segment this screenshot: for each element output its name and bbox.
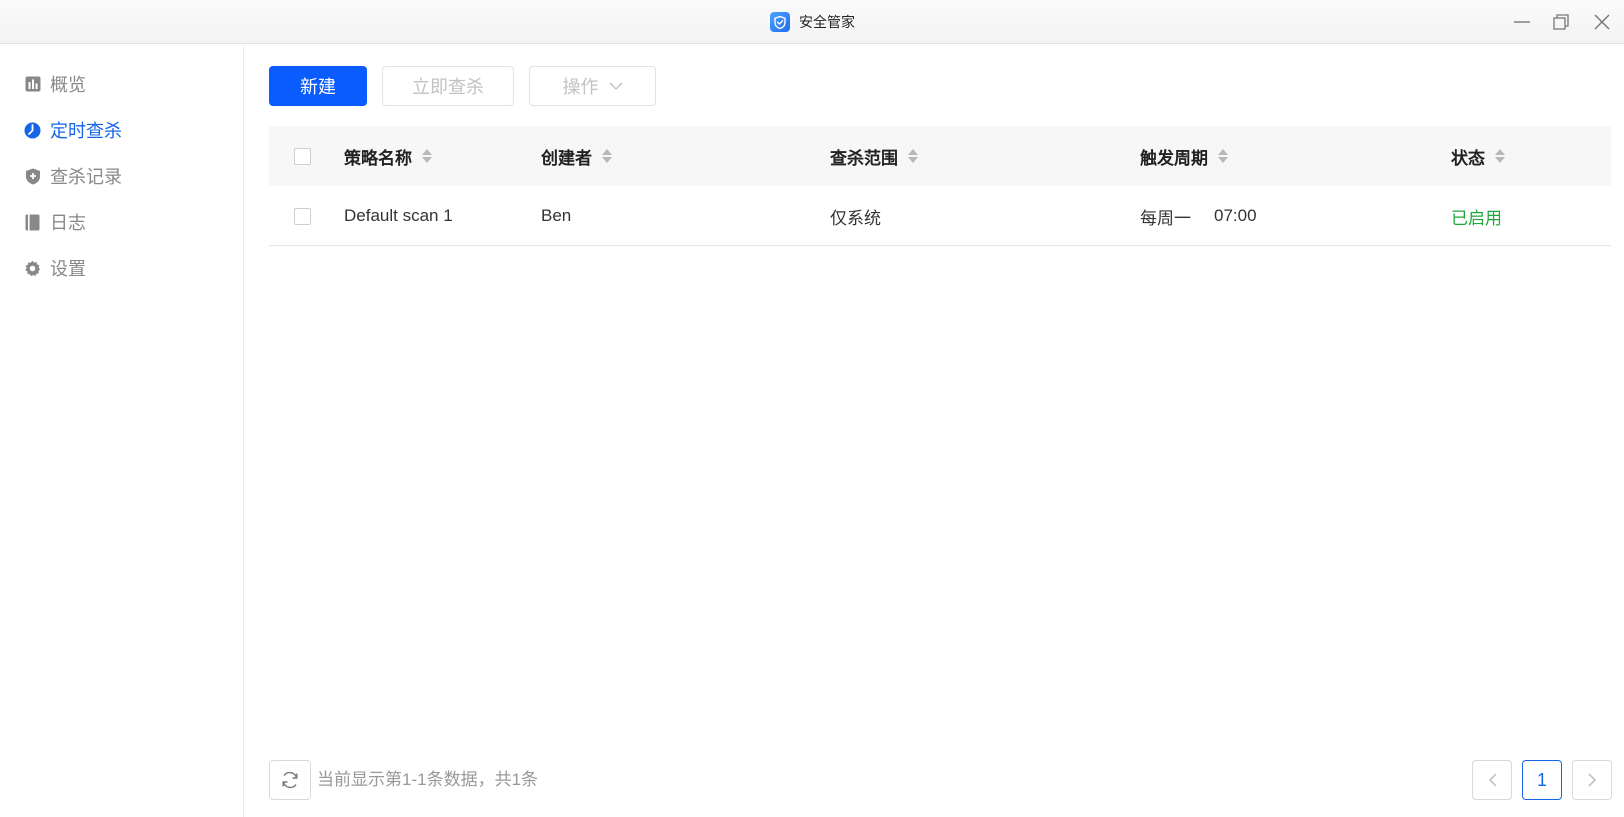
pagination-info: 当前显示第1-1条数据，共1条 (317, 770, 539, 789)
select-all-cell (294, 126, 311, 186)
app-logo-icon (770, 12, 790, 32)
next-page-button[interactable] (1572, 760, 1612, 800)
select-all-checkbox[interactable] (294, 147, 311, 165)
sidebar-item-label: 查杀记录 (50, 167, 122, 187)
sidebar-item-label: 定时查杀 (50, 121, 122, 141)
clock-icon (24, 122, 41, 139)
sort-icon[interactable] (602, 149, 612, 163)
column-label: 状态 (1451, 148, 1485, 168)
status-badge: 已启用 (1451, 208, 1502, 228)
actions-label: 操作 (562, 77, 599, 97)
row-checkbox[interactable] (294, 207, 311, 225)
chart-icon (24, 76, 41, 93)
cell-scope: 仅系统 (830, 208, 881, 228)
column-label: 触发周期 (1140, 148, 1208, 168)
cell-period: 每周一 07:00 (1140, 186, 1257, 246)
scan-now-button[interactable]: 立即查杀 (382, 66, 514, 106)
table-row[interactable]: Default scan 1 Ben 仅系统 每周一 07:00 已启用 (269, 186, 1611, 246)
sort-icon[interactable] (422, 149, 432, 163)
sidebar-item-logs[interactable]: 日志 (24, 209, 86, 235)
prev-page-button[interactable] (1472, 760, 1512, 800)
chevron-right-icon (1587, 773, 1596, 787)
cell-policy-name: Default scan 1 (344, 206, 453, 225)
sort-icon[interactable] (1495, 149, 1505, 163)
column-header-status[interactable]: 状态 (1451, 126, 1505, 186)
column-header-creator[interactable]: 创建者 (541, 126, 612, 186)
close-button[interactable] (1588, 8, 1616, 36)
sort-icon[interactable] (908, 149, 918, 163)
chevron-down-icon (608, 81, 623, 90)
refresh-icon (282, 771, 298, 789)
column-header-name[interactable]: 策略名称 (344, 126, 432, 186)
title-bar: 安全管家 (0, 0, 1624, 44)
column-label: 查杀范围 (830, 148, 898, 168)
refresh-button[interactable] (269, 760, 311, 800)
sidebar-item-label: 概览 (50, 75, 86, 95)
cell-creator: Ben (541, 206, 572, 225)
table-header: 策略名称 创建者 查杀范围 触发周期 状态 (269, 126, 1611, 186)
new-button[interactable]: 新建 (269, 66, 367, 106)
sidebar: 概览 定时查杀 查杀记录 日志 设置 (0, 45, 244, 817)
chevron-left-icon (1488, 773, 1497, 787)
sidebar-item-label: 设置 (50, 259, 86, 279)
minimize-icon (1514, 21, 1530, 23)
row-select-cell (294, 186, 311, 246)
period-day: 每周一 (1140, 208, 1191, 228)
sidebar-item-settings[interactable]: 设置 (24, 255, 86, 281)
column-header-scope[interactable]: 查杀范围 (830, 126, 918, 186)
actions-dropdown[interactable]: 操作 (529, 66, 656, 106)
minimize-button[interactable] (1508, 8, 1536, 36)
shield-icon (24, 168, 41, 185)
restore-icon (1553, 14, 1569, 30)
sidebar-item-label: 日志 (50, 213, 86, 233)
column-header-period[interactable]: 触发周期 (1140, 126, 1228, 186)
sort-icon[interactable] (1218, 149, 1228, 163)
app-title: 安全管家 (799, 14, 855, 30)
maximize-button[interactable] (1547, 8, 1575, 36)
book-icon (24, 214, 41, 231)
column-label: 策略名称 (344, 148, 412, 168)
gear-icon (24, 260, 41, 277)
close-icon (1594, 14, 1610, 30)
title-wrap: 安全管家 (770, 11, 855, 33)
period-time: 07:00 (1214, 206, 1257, 225)
column-label: 创建者 (541, 148, 592, 168)
sidebar-item-scan-records[interactable]: 查杀记录 (24, 163, 122, 189)
sidebar-item-scheduled-scan[interactable]: 定时查杀 (24, 117, 122, 143)
sidebar-item-overview[interactable]: 概览 (24, 71, 86, 97)
page-button-current[interactable]: 1 (1522, 760, 1562, 800)
